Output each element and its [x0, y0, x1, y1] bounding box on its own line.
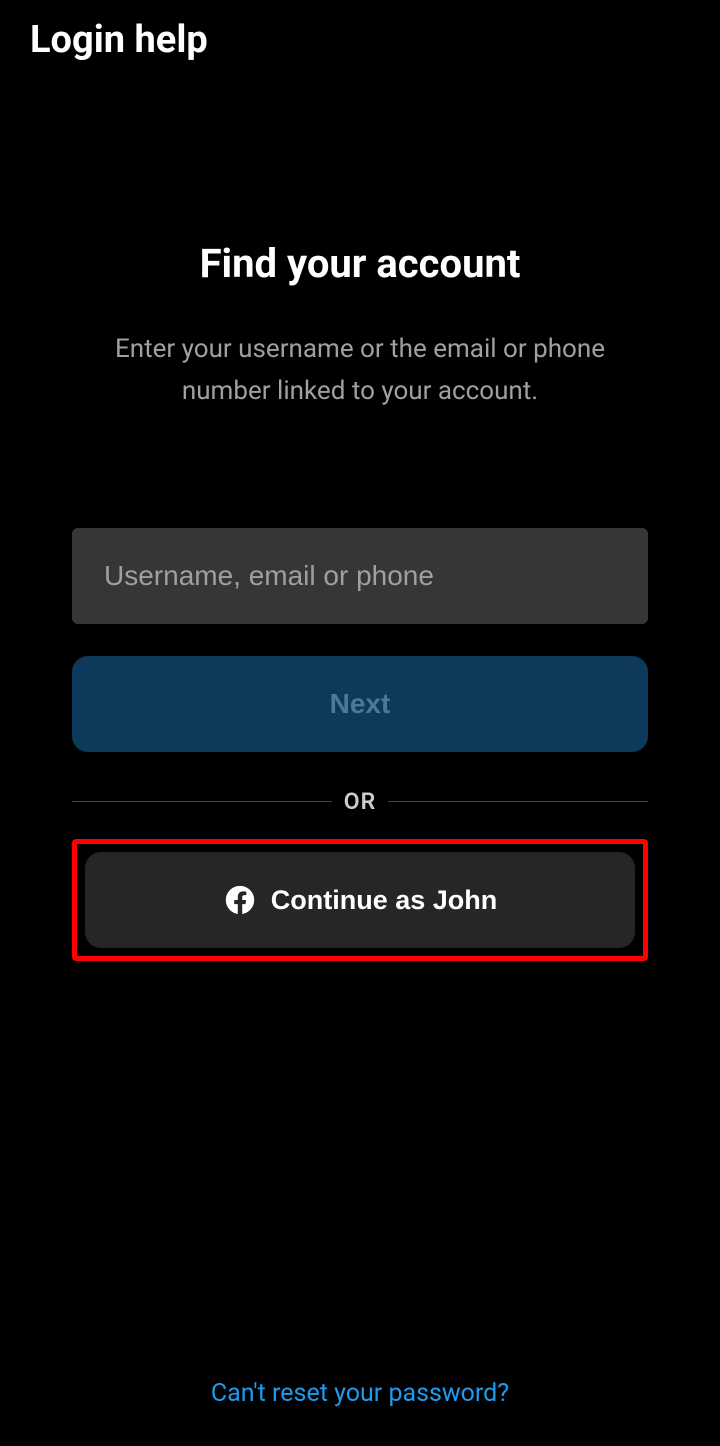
next-button[interactable]: Next: [72, 656, 648, 752]
input-row: [72, 528, 648, 624]
or-divider: OR: [72, 788, 648, 815]
continue-facebook-button[interactable]: Continue as John: [85, 852, 635, 948]
highlight-annotation: Continue as John: [72, 839, 648, 961]
facebook-icon: [223, 883, 257, 917]
find-account-heading: Find your account: [72, 240, 648, 287]
divider-line-right: [388, 801, 648, 802]
find-account-subtext: Enter your username or the email or phon…: [72, 329, 648, 412]
page-title: Login help: [30, 18, 690, 62]
username-email-phone-input[interactable]: [72, 528, 648, 624]
cant-reset-password-link[interactable]: Can't reset your password?: [0, 1379, 720, 1408]
header: Login help: [0, 0, 720, 62]
main-content: Find your account Enter your username or…: [0, 62, 720, 1379]
divider-line-left: [72, 801, 332, 802]
facebook-button-label: Continue as John: [271, 885, 498, 916]
or-label: OR: [344, 788, 376, 815]
